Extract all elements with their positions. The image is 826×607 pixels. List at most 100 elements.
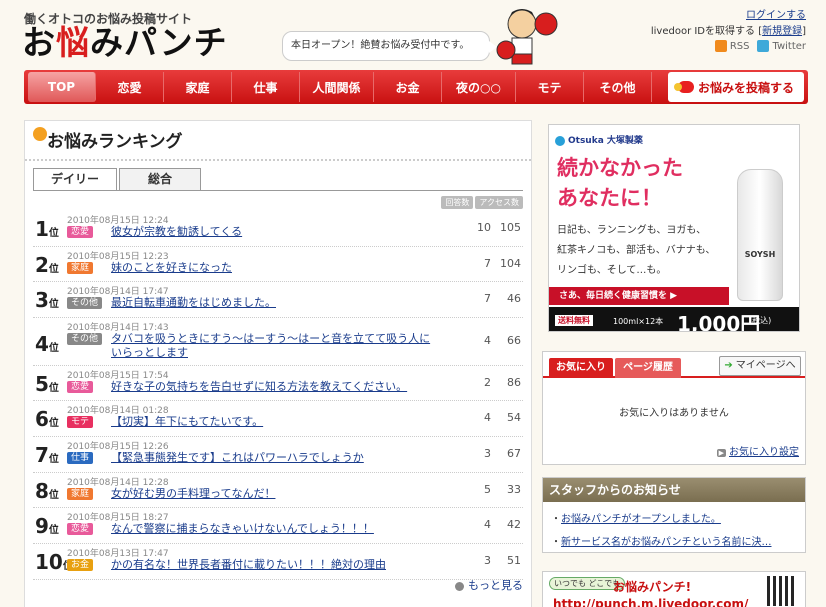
staff-news-item[interactable]: お悩みパンチがオープンしました。 — [551, 510, 799, 525]
staff-news-panel: スタッフからのお知らせ お悩みパンチがオープンしました。 新サービス名がお悩みパ… — [542, 477, 806, 553]
category-badge[interactable]: その他 — [67, 333, 103, 345]
rank-number: 6位 — [35, 407, 59, 431]
category-badge[interactable]: お金 — [67, 559, 94, 571]
answer-count: 7 — [484, 257, 491, 270]
boxing-glove-icon — [673, 81, 694, 93]
nav-other[interactable]: その他 — [584, 72, 652, 102]
ranking-row: 6位 2010年08月14日 01:28 モテ 【切実】年下にもてたいです。 4 54 — [33, 401, 523, 437]
rank-value: 10 — [35, 550, 63, 574]
tab-daily[interactable]: デイリー — [33, 168, 117, 190]
ad-headline-2: あなたに！ — [557, 186, 662, 210]
rank-value: 9 — [35, 514, 49, 538]
tab-overall[interactable]: 総合 — [119, 168, 201, 190]
ranking-row: 5位 2010年08月15日 17:54 恋愛 好きな子の気持ちを告白せずに知る方法を… — [33, 366, 523, 401]
more-link[interactable]: もっと見る — [455, 577, 523, 593]
answer-count: 7 — [484, 292, 491, 305]
ranking-row: 9位 2010年08月15日 18:27 恋愛 なんで警察に捕まらなきゃいけないんでし… — [33, 508, 523, 544]
rank-value: 6 — [35, 407, 49, 431]
category-badge[interactable]: 仕事 — [67, 452, 94, 464]
answer-count: 4 — [484, 411, 491, 424]
mobile-banner[interactable]: いつでも どこでも お悩みパンチ! http://punch.m.livedoo… — [542, 571, 806, 607]
access-count: 54 — [507, 411, 521, 424]
ad-cta: さあ、毎日続く健康習慣を ▶ — [549, 287, 729, 305]
category-badge[interactable]: その他 — [67, 297, 103, 309]
nav-top[interactable]: TOP — [28, 72, 96, 102]
divider — [25, 159, 531, 161]
ad-body: 日記も、ランニングも、ヨガも、 紅茶キノコも、部活も、バナナも、 リンゴも、そし… — [557, 221, 737, 281]
worry-title-link[interactable]: 妹のことを好きになった — [111, 261, 232, 275]
ad-tax: (税込) — [749, 316, 772, 325]
mypage-button[interactable]: マイページへ — [719, 356, 801, 376]
answer-count: 2 — [484, 376, 491, 389]
category-badge[interactable]: 家庭 — [67, 488, 94, 500]
rank-number: 7位 — [35, 443, 59, 467]
worry-title-link[interactable]: タバコを吸うときにすう～はーすう～はーと音を立てて吸う人にいらっとします — [111, 332, 441, 360]
rank-value: 2 — [35, 253, 49, 277]
nav-relationships[interactable]: 人間関係 — [300, 72, 374, 102]
rank-value: 3 — [35, 288, 49, 312]
rank-suffix: 位 — [48, 343, 59, 354]
post-worry-button[interactable]: お悩みを投稿する — [668, 72, 804, 102]
register-suffix: ] — [802, 26, 806, 37]
worry-title-link[interactable]: 彼女が宗教を勧誘してくる — [111, 225, 242, 239]
rss-link[interactable]: RSS — [714, 40, 749, 52]
nav-money[interactable]: お金 — [374, 72, 442, 102]
worry-title-link[interactable]: 最近自転車通勤をはじめました。 — [111, 296, 276, 310]
worry-title-link[interactable]: なんで警察に捕まらなきゃいけないんでしょう！！！ — [111, 522, 374, 536]
advertisement[interactable]: Otsuka 大塚製薬 続かなかった あなたに！ 日記も、ランニングも、ヨガも、 … — [548, 124, 800, 332]
worry-title-link[interactable]: かの有名な！世界長者番付に載りたい！！！絶対の理由 — [111, 558, 386, 572]
nav-love[interactable]: 恋愛 — [96, 72, 164, 102]
ad-price: 1,000円 — [677, 312, 761, 332]
nav-night[interactable]: 夜の○○ — [442, 72, 516, 102]
category-badge[interactable]: 恋愛 — [67, 523, 94, 535]
nav-mote[interactable]: モテ — [516, 72, 584, 102]
answer-count: 3 — [484, 447, 491, 460]
access-count: 105 — [500, 221, 521, 234]
staff-news-item[interactable]: 新サービス名がお悩みパンチという名前に決… — [551, 533, 799, 548]
staff-news-title: スタッフからのお知らせ — [543, 478, 805, 502]
logo-text-1: お — [22, 23, 56, 62]
category-badge[interactable]: 恋愛 — [67, 226, 94, 238]
answer-count: 5 — [484, 483, 491, 496]
category-badge[interactable]: モテ — [67, 416, 94, 428]
ad-headline-1: 続かなかった — [557, 156, 683, 180]
tab-page-history[interactable]: ページ履歴 — [615, 358, 681, 378]
register-prefix: livedoor IDを取得する [ — [650, 26, 763, 37]
rank-suffix: 位 — [48, 383, 59, 394]
login-link[interactable]: ログインする — [746, 6, 806, 21]
col-access: アクセス数 — [475, 196, 523, 209]
nav-work[interactable]: 仕事 — [232, 72, 300, 102]
rank-number: 3位 — [35, 288, 59, 312]
worry-title-link[interactable]: 好きな子の気持ちを告白せずに知る方法を教えてください。 — [111, 380, 407, 394]
ranking-row: 4位 2010年08月14日 17:43 その他 タバコを吸うときにすう～はーすう～は… — [33, 318, 523, 366]
post-worry-label: お悩みを投稿する — [697, 80, 794, 95]
favorites-settings-link[interactable]: お気に入り設定 — [717, 443, 799, 458]
rank-number: 4位 — [35, 332, 59, 356]
rank-suffix: 位 — [48, 228, 59, 239]
boxer-mascot-icon — [496, 9, 558, 65]
worry-title-link[interactable]: 【緊急事態発生です】これはパワーハラでしょうか — [111, 451, 364, 465]
product-bottle-image: SOYSH — [737, 169, 783, 301]
announcement-bubble: 本日オープン！絶賛お悩み受付中です。 — [282, 31, 497, 61]
twitter-label: Twitter — [772, 41, 806, 52]
category-badge[interactable]: 家庭 — [67, 262, 94, 274]
worry-title-link[interactable]: 女が好む男の手料理ってなんだ！ — [111, 487, 275, 501]
access-count: 86 — [507, 376, 521, 389]
twitter-link[interactable]: Twitter — [757, 40, 806, 52]
site-logo[interactable]: お悩みパンチ — [22, 26, 228, 59]
access-count: 42 — [507, 518, 521, 531]
qr-code-icon — [767, 576, 797, 606]
favorites-tabs: お気に入り ページ履歴 マイページへ — [543, 352, 805, 378]
rank-value: 4 — [35, 332, 49, 356]
access-count: 46 — [507, 292, 521, 305]
logo-text-2: 悩 — [56, 23, 90, 62]
tab-underline — [33, 190, 523, 191]
worry-title-link[interactable]: 【切実】年下にもてたいです。 — [111, 415, 263, 429]
register-link[interactable]: 新規登録 — [762, 26, 802, 37]
ranking-tabs: デイリー 総合 — [33, 168, 201, 190]
access-count: 104 — [500, 257, 521, 270]
category-badge[interactable]: 恋愛 — [67, 381, 94, 393]
nav-family[interactable]: 家庭 — [164, 72, 232, 102]
register-line: livedoor IDを取得する [新規登録] — [651, 22, 806, 37]
tab-favorites[interactable]: お気に入り — [549, 358, 613, 378]
